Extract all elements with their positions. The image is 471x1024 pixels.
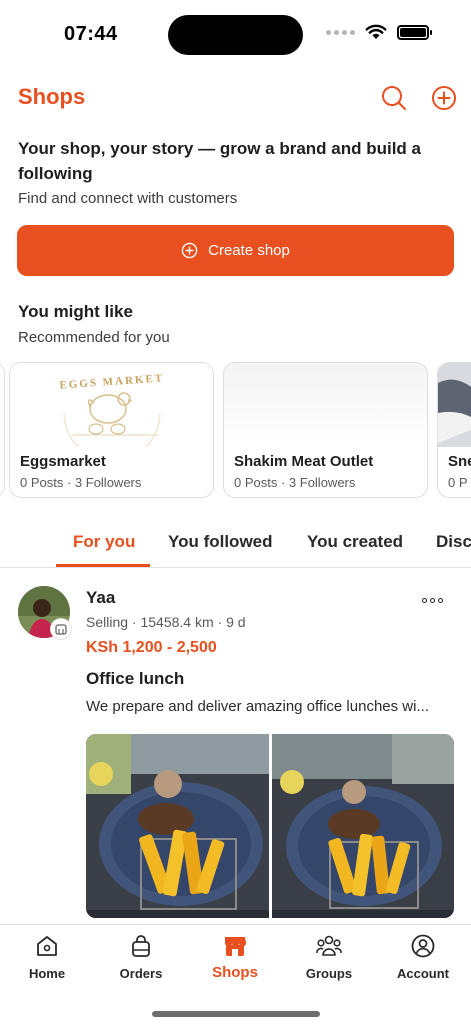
signal-icon	[326, 29, 355, 35]
shop-cover-placeholder	[224, 363, 427, 447]
nav-label: Shops	[212, 964, 258, 981]
eggs-market-logo: EGGS MARKET	[10, 363, 213, 447]
account-icon	[410, 933, 436, 959]
shoe-image	[438, 363, 471, 447]
home-icon	[34, 933, 60, 959]
post-meta: Selling · 15458.4 km · 9 d	[86, 614, 246, 630]
more-options-button[interactable]	[418, 590, 446, 610]
post-image[interactable]	[86, 734, 269, 918]
shop-card-meta: 0 P	[448, 475, 468, 490]
header: Shops	[0, 78, 471, 118]
more-dot	[437, 597, 443, 603]
shop-badge-icon	[50, 618, 72, 640]
shops-screen: 07:44 Shops Your shop, your story — grow…	[0, 0, 471, 1024]
more-dot	[429, 597, 435, 603]
search-icon	[382, 86, 406, 110]
post-image[interactable]	[271, 734, 454, 918]
feed-tabs: For you You followed You created Disc	[0, 520, 471, 568]
nav-home[interactable]: Home	[0, 933, 94, 985]
shop-cover-image	[438, 363, 471, 447]
add-shop-button[interactable]	[430, 84, 458, 112]
bottom-navigation: Home Orders Shops Groups Account	[0, 924, 471, 1024]
shop-card-meta: 0 Posts · 3 Followers	[234, 475, 356, 490]
nav-account[interactable]: Account	[376, 933, 470, 985]
food-photo	[86, 734, 269, 918]
search-button[interactable]	[380, 84, 408, 112]
intro-subtitle: Find and connect with customers	[18, 190, 238, 207]
shop-card-sneakers[interactable]: Sne 0 P	[437, 362, 471, 498]
status-time: 07:44	[64, 23, 118, 45]
nav-label: Groups	[305, 966, 353, 981]
status-bar: 07:44	[0, 0, 471, 70]
post-price: KSh 1,200 - 2,500	[86, 639, 217, 656]
tab-discover[interactable]: Disc	[436, 532, 471, 552]
shop-card-meta: 0 Posts · 3 Followers	[20, 475, 142, 490]
page-title: Shops	[18, 84, 86, 109]
shop-card-eggsmarket[interactable]: EGGS MARKET Eggsmarket 0 Posts · 3 Follo…	[9, 362, 214, 498]
shop-card-name: Sne	[448, 453, 471, 470]
nav-shops[interactable]: Shops	[188, 933, 282, 985]
battery-icon	[397, 24, 432, 40]
plus-circle-icon	[181, 242, 198, 259]
nav-label: Home	[28, 966, 66, 981]
shop-card-name: Eggsmarket	[20, 453, 106, 470]
food-photo	[271, 734, 454, 918]
shop-card-shakim[interactable]: Shakim Meat Outlet 0 Posts · 3 Followers	[223, 362, 428, 498]
active-tab-indicator	[56, 564, 150, 567]
nav-label: Account	[397, 966, 449, 981]
shop-icon	[222, 933, 248, 959]
home-indicator	[152, 1011, 320, 1017]
nav-orders[interactable]: Orders	[94, 933, 188, 985]
tab-you-created[interactable]: You created	[307, 532, 403, 552]
intro-title: Your shop, your story — grow a brand and…	[18, 139, 421, 183]
nav-label: Orders	[119, 966, 163, 981]
post-card[interactable]: Yaa Selling · 15458.4 km · 9 d KSh 1,200…	[0, 568, 471, 923]
post-title: Office lunch	[86, 669, 185, 688]
recommendations-header: You might like Recommended for you	[18, 302, 170, 346]
post-image-gallery[interactable]	[86, 734, 454, 918]
wifi-icon	[365, 24, 387, 39]
shop-logo: EGGS MARKET	[10, 363, 213, 447]
bag-icon	[128, 933, 154, 959]
shop-card-partial[interactable]	[0, 362, 5, 498]
post-author[interactable]: Yaa	[86, 588, 115, 608]
create-shop-button[interactable]: Create shop	[17, 225, 454, 276]
intro-section: Your shop, your story — grow a brand and…	[18, 136, 454, 207]
create-shop-label: Create shop	[208, 242, 290, 259]
shop-card-name: Shakim Meat Outlet	[234, 453, 374, 470]
tab-you-followed[interactable]: You followed	[168, 532, 273, 552]
nav-groups[interactable]: Groups	[282, 933, 376, 985]
recommendations-subtitle: Recommended for you	[18, 329, 170, 346]
more-dot	[421, 597, 427, 603]
dynamic-island	[168, 15, 303, 55]
recommendations-title: You might like	[18, 302, 133, 321]
post-description: We prepare and deliver amazing office lu…	[86, 698, 429, 715]
groups-icon	[316, 933, 342, 959]
plus-circle-icon	[432, 86, 456, 110]
tab-for-you[interactable]: For you	[73, 532, 135, 552]
status-icons	[326, 24, 432, 40]
shop-carousel[interactable]: EGGS MARKET Eggsmarket 0 Posts · 3 Follo…	[0, 362, 471, 500]
